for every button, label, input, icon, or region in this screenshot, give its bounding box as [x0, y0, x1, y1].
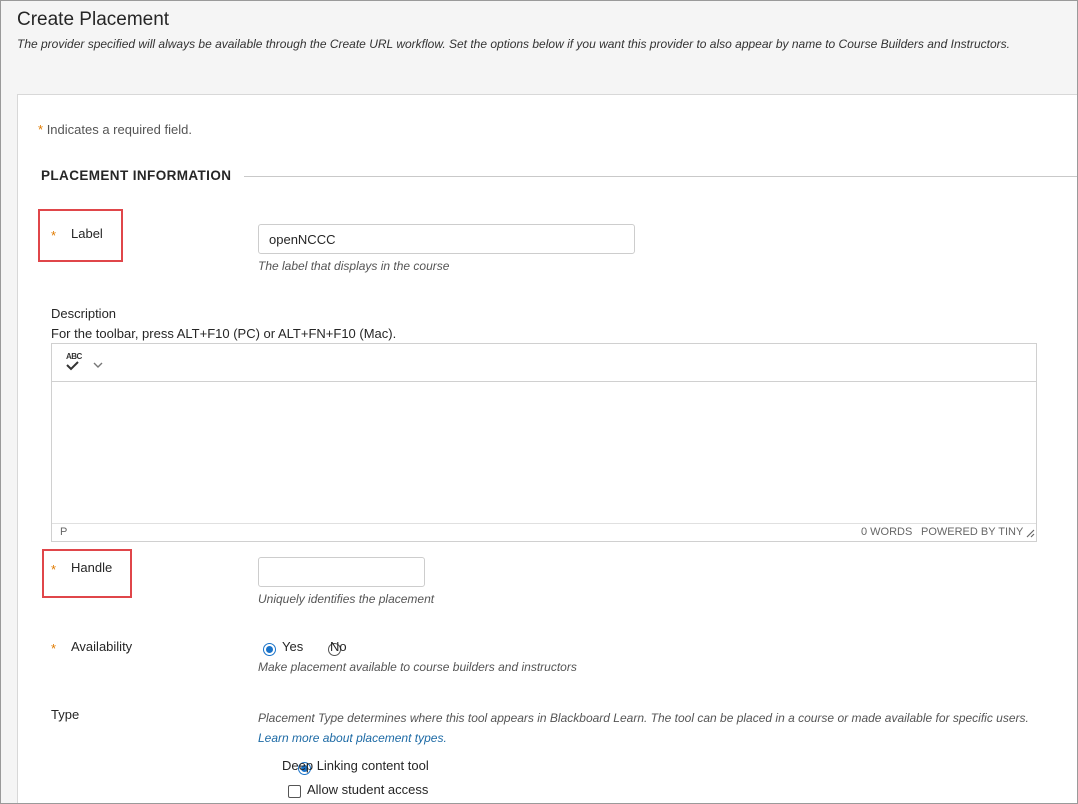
page-subtitle: The provider specified will always be av…: [17, 37, 1010, 51]
availability-yes-radio[interactable]: [263, 643, 276, 656]
editor-content-area[interactable]: [52, 382, 1036, 523]
required-star: *: [51, 228, 57, 243]
editor-status-bar: P 0 WORDS POWERED BY TINY: [52, 523, 1036, 541]
description-editor: ABC P 0 WORDS POWERED BY TINY: [51, 343, 1037, 542]
required-star: *: [38, 122, 44, 137]
required-field-note: * Indicates a required field.: [38, 122, 192, 137]
editor-toolbar: ABC: [52, 344, 1036, 382]
availability-hint: Make placement available to course build…: [258, 660, 577, 674]
required-note-text: Indicates a required field.: [46, 122, 192, 137]
allow-student-access-checkbox[interactable]: [288, 785, 301, 798]
type-description-text: Placement Type determines where this too…: [258, 711, 1029, 725]
handle-field-label: Handle: [71, 560, 113, 575]
allow-student-access-label[interactable]: Allow student access: [307, 782, 428, 797]
label-hint: The label that displays in the course: [258, 259, 450, 273]
editor-word-count: 0 WORDS: [861, 526, 913, 538]
editor-powered-by[interactable]: POWERED BY TINY: [921, 526, 1023, 538]
page-header: Create Placement The provider specified …: [17, 9, 1077, 51]
required-star: *: [51, 641, 57, 656]
spellcheck-icon-text: ABC: [66, 352, 82, 361]
editor-element-path[interactable]: P: [60, 526, 67, 538]
handle-hint: Uniquely identifies the placement: [258, 592, 435, 606]
type-label: Type: [51, 707, 80, 722]
page-title: Create Placement: [17, 9, 170, 30]
handle-input[interactable]: [258, 557, 425, 587]
window-frame: Create Placement The provider specified …: [0, 0, 1078, 804]
label-field-label: Label: [71, 226, 103, 241]
availability-no-label[interactable]: No: [330, 639, 347, 654]
availability-label: Availability: [71, 639, 133, 654]
deep-linking-label[interactable]: Deep Linking content tool: [282, 758, 429, 773]
section-title: PLACEMENT INFORMATION: [41, 168, 232, 183]
required-star: *: [51, 562, 57, 577]
resize-handle-icon[interactable]: [1025, 528, 1035, 541]
availability-yes-label[interactable]: Yes: [282, 639, 303, 654]
chevron-down-icon[interactable]: [92, 357, 104, 375]
spellcheck-icon[interactable]: ABC: [65, 352, 82, 372]
placement-types-link[interactable]: Learn more about placement types.: [258, 731, 447, 745]
type-description: Placement Type determines where this too…: [258, 708, 1048, 748]
toolbar-help-text: For the toolbar, press ALT+F10 (PC) or A…: [51, 326, 397, 341]
description-label: Description: [51, 306, 117, 321]
form-panel: * Indicates a required field. PLACEMENT …: [17, 94, 1077, 803]
label-input[interactable]: [258, 224, 635, 254]
section-divider: [244, 176, 1077, 177]
